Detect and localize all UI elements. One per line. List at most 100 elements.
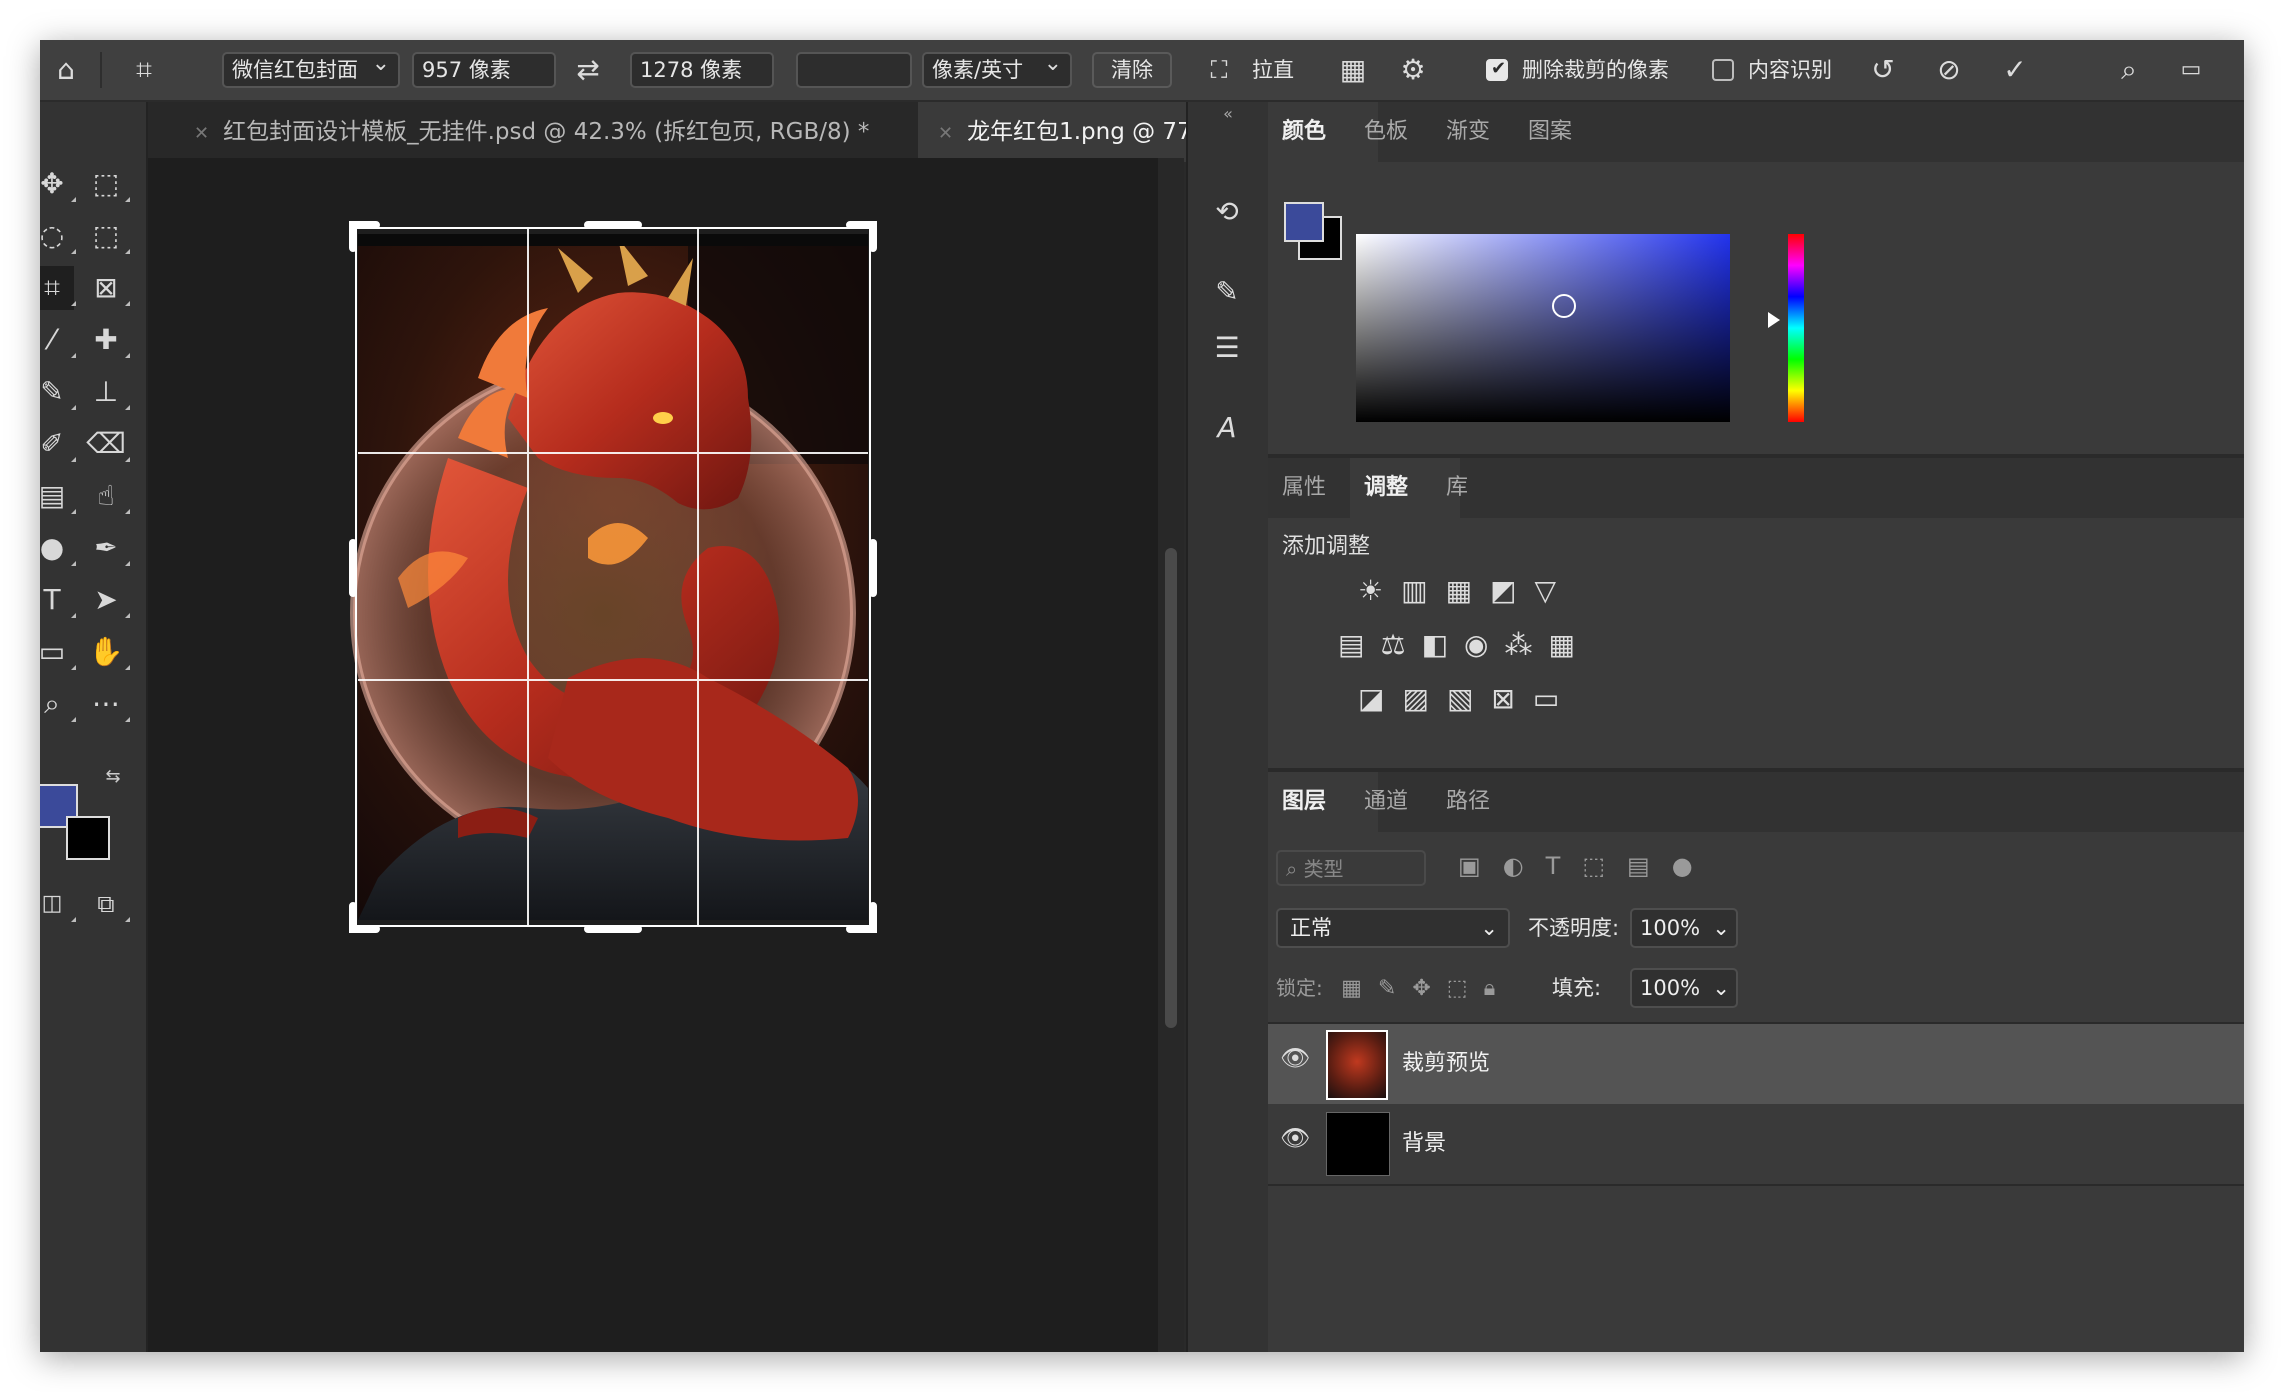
layer-name[interactable]: 背景 xyxy=(1402,1104,1446,1184)
smart-object-filter-icon[interactable]: ▤ xyxy=(1627,852,1672,880)
lock-position-icon[interactable]: ✥ xyxy=(1412,976,1446,1001)
tab-libraries[interactable]: 库 xyxy=(1432,458,1482,518)
clear-button[interactable]: 清除 xyxy=(1092,52,1172,88)
stamp-tool-icon[interactable]: ⊥ xyxy=(84,370,130,414)
frame-tool-icon[interactable]: ⊠ xyxy=(84,266,130,310)
filter-toggle-icon[interactable]: ● xyxy=(1672,852,1715,880)
search-icon[interactable]: ⌕ xyxy=(2106,40,2152,100)
layer-filter-dropdown[interactable]: ⌕ 类型 xyxy=(1276,850,1426,886)
color-field[interactable] xyxy=(1356,234,1730,422)
levels-icon[interactable]: ▥ xyxy=(1401,574,1445,607)
close-icon[interactable]: ✕ xyxy=(938,123,953,144)
exposure-icon[interactable]: ◩ xyxy=(1490,574,1534,607)
hand-tool-icon[interactable]: ✋ xyxy=(84,630,130,674)
gear-icon[interactable]: ⚙ xyxy=(1390,40,1436,100)
layer-row-background[interactable]: 👁︎ 背景 xyxy=(1268,1104,2244,1186)
type-tool-icon[interactable]: T xyxy=(40,578,76,622)
commit-checkmark-icon[interactable]: ✓ xyxy=(1992,40,2038,100)
pixel-filter-icon[interactable]: ▣ xyxy=(1458,852,1503,880)
lasso-tool-icon[interactable]: ◌ xyxy=(40,214,76,258)
color-picker-cursor[interactable] xyxy=(1552,294,1576,318)
lock-pixels-icon[interactable]: ✎ xyxy=(1378,976,1412,1001)
type-filter-icon[interactable]: T xyxy=(1546,852,1583,880)
character-panel-icon[interactable]: A xyxy=(1202,398,1252,458)
hue-slider[interactable] xyxy=(1788,234,1804,422)
width-field[interactable]: 957 像素 xyxy=(412,52,556,88)
swap-dimensions-icon[interactable]: ⇄ xyxy=(568,40,608,100)
rectangle-tool-icon[interactable]: ▭ xyxy=(40,630,76,674)
background-color-swatch[interactable] xyxy=(66,816,110,860)
canvas-scrollbar[interactable] xyxy=(1158,158,1184,1352)
vibrance-icon[interactable]: ▽ xyxy=(1535,574,1575,607)
zoom-tool-icon[interactable]: ⌕ xyxy=(40,682,76,726)
scrollbar-thumb[interactable] xyxy=(1165,548,1177,1028)
canvas-area[interactable] xyxy=(148,158,1158,1352)
content-aware-checkbox[interactable] xyxy=(1712,59,1734,81)
swap-colors-icon[interactable]: ⇆ xyxy=(98,762,128,792)
pen-tool-icon[interactable]: ✒ xyxy=(84,526,130,570)
posterize-icon[interactable]: ▨ xyxy=(1402,682,1446,715)
crop-preset-dropdown[interactable]: 微信红包封面 xyxy=(222,48,400,88)
straighten-button[interactable]: 拉直 xyxy=(1252,40,1294,100)
visibility-eye-icon[interactable]: 👁︎ xyxy=(1280,1044,1310,1072)
object-selection-tool-icon[interactable]: ⬚ xyxy=(84,214,130,258)
marquee-tool-icon[interactable]: ⬚ xyxy=(84,162,130,206)
color-lookup-icon[interactable]: ▦ xyxy=(1548,628,1590,661)
brush-tool-icon[interactable]: ✎ xyxy=(40,370,76,414)
delete-cropped-checkbox[interactable] xyxy=(1486,58,1508,81)
gradient-map-icon[interactable]: ▭ xyxy=(1533,682,1577,715)
lock-artboard-icon[interactable]: ⬚ xyxy=(1447,976,1484,1001)
crop-tool-icon[interactable]: ⌗ xyxy=(40,266,76,310)
history-brush-tool-icon[interactable]: ✐ xyxy=(40,422,76,466)
curves-icon[interactable]: ▦ xyxy=(1446,574,1490,607)
height-field[interactable]: 1278 像素 xyxy=(630,52,774,88)
lock-all-icon[interactable]: 🔒︎ xyxy=(1484,976,1512,1001)
threshold-icon[interactable]: ▧ xyxy=(1447,682,1491,715)
tab-paths[interactable]: 路径 xyxy=(1432,772,1504,832)
tab-channels[interactable]: 通道 xyxy=(1350,772,1422,832)
dodge-tool-icon[interactable]: ● xyxy=(40,526,76,570)
tab-gradients[interactable]: 渐变 xyxy=(1432,102,1504,162)
smudge-tool-icon[interactable]: ☝ xyxy=(84,474,130,518)
home-icon[interactable]: ⌂ xyxy=(42,40,90,100)
crop-preview[interactable] xyxy=(148,158,1158,1352)
invert-icon[interactable]: ◪ xyxy=(1358,682,1402,715)
lock-transparent-icon[interactable]: ▦ xyxy=(1341,976,1378,1001)
channel-mixer-icon[interactable]: ⁂ xyxy=(1504,628,1548,661)
grid-overlay-icon[interactable]: ▦ xyxy=(1330,40,1376,100)
cancel-icon[interactable]: ⊘ xyxy=(1926,40,1972,100)
layer-name[interactable]: 裁剪预览 xyxy=(1402,1024,1490,1104)
photo-filter-icon[interactable]: ◉ xyxy=(1464,628,1504,661)
path-selection-tool-icon[interactable]: ➤ xyxy=(84,578,130,622)
adjustment-filter-icon[interactable]: ◐ xyxy=(1503,852,1546,880)
resolution-unit-dropdown[interactable]: 像素/英寸 xyxy=(922,48,1072,88)
blend-mode-dropdown[interactable]: 正常 ⌄ xyxy=(1276,908,1510,948)
reset-icon[interactable]: ↺ xyxy=(1860,40,1906,100)
eyedropper-tool-icon[interactable]: ⁄ xyxy=(40,318,76,362)
layer-row-crop-preview[interactable]: 👁︎ 裁剪预览 xyxy=(1268,1022,2244,1106)
hue-slider-marker-icon[interactable] xyxy=(1768,312,1780,328)
tab-psd-document[interactable]: ✕ 红包封面设计模板_无挂件.psd @ 42.3% (拆红包页, RGB/8) … xyxy=(148,102,918,162)
eraser-tool-icon[interactable]: ⌫ xyxy=(84,422,130,466)
tab-swatches[interactable]: 色板 xyxy=(1350,102,1422,162)
hue-saturation-icon[interactable]: ▤ xyxy=(1338,628,1380,661)
visibility-eye-icon[interactable]: 👁︎ xyxy=(1280,1124,1310,1152)
screen-mode-icon[interactable]: ⧉ xyxy=(84,882,130,926)
foreground-color-chip[interactable] xyxy=(1284,202,1324,242)
fill-field[interactable]: 100% ⌄ xyxy=(1630,968,1738,1008)
selective-color-icon[interactable]: ⊠ xyxy=(1491,682,1532,715)
quick-mask-icon[interactable]: ◫ xyxy=(40,882,76,926)
history-panel-icon[interactable]: ⟲ xyxy=(1202,182,1252,242)
adjustments-panel-icon[interactable]: ☰ xyxy=(1202,318,1252,378)
shape-filter-icon[interactable]: ⬚ xyxy=(1582,852,1627,880)
move-tool-icon[interactable]: ✥ xyxy=(40,162,76,206)
straighten-icon[interactable]: ⛶ xyxy=(1196,40,1242,100)
workspace-icon[interactable]: ▭ xyxy=(2168,40,2214,100)
opacity-field[interactable]: 100% ⌄ xyxy=(1630,908,1738,948)
brightness-icon[interactable]: ☀ xyxy=(1358,574,1401,607)
brush-settings-icon[interactable]: ✎ xyxy=(1202,262,1252,322)
crop-tool-preset-icon[interactable]: ⌗ xyxy=(116,40,172,100)
gradient-tool-icon[interactable]: ▤ xyxy=(40,474,76,518)
black-white-icon[interactable]: ◧ xyxy=(1422,628,1464,661)
color-balance-icon[interactable]: ⚖ xyxy=(1380,628,1421,661)
